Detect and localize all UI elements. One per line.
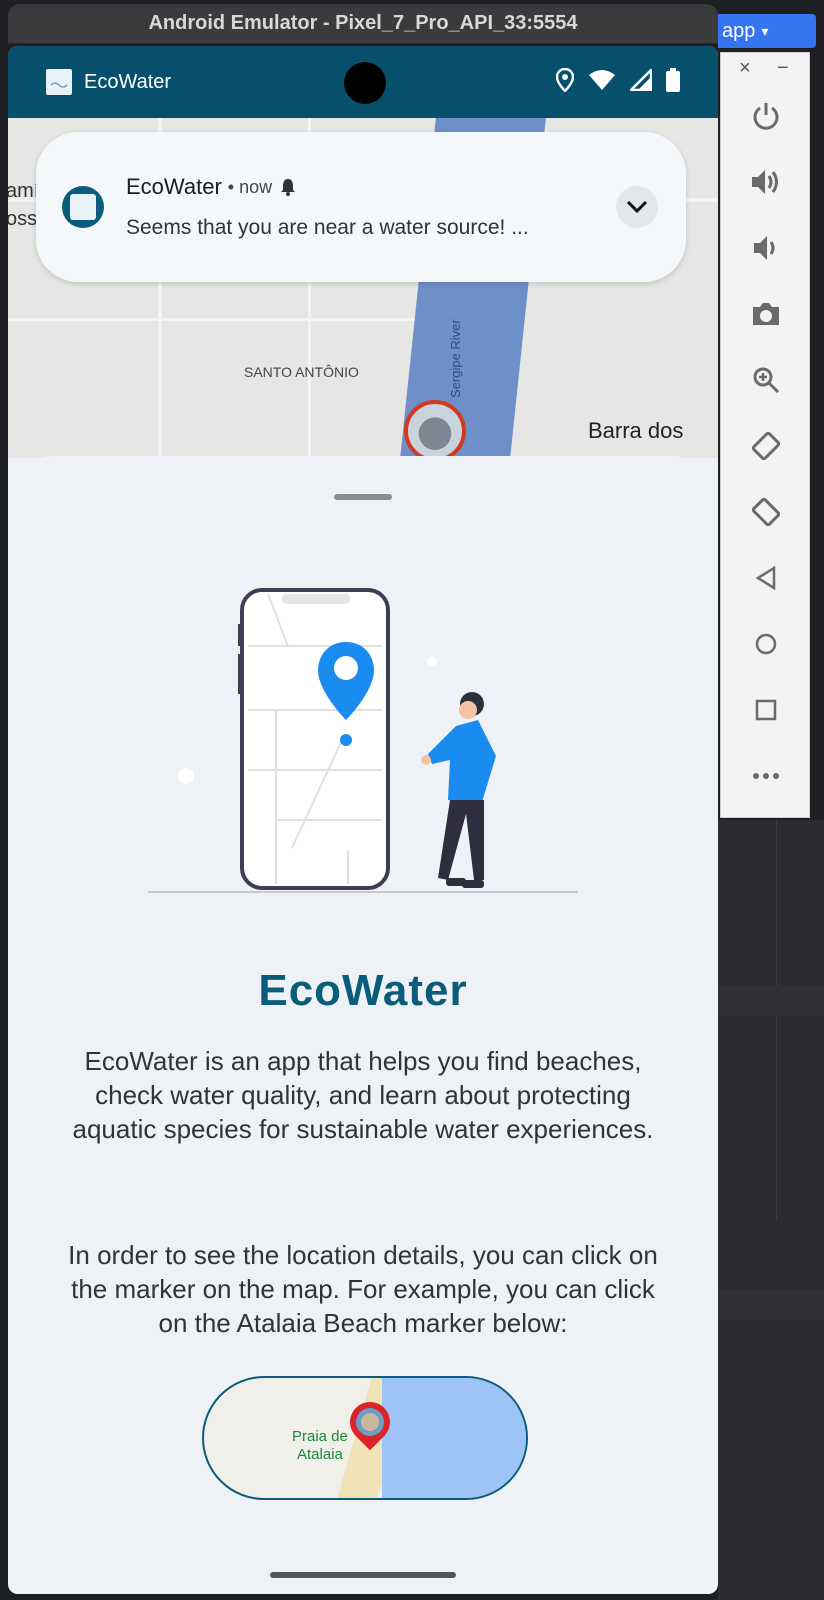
map-marker[interactable] — [404, 400, 466, 458]
map-phone-illustration — [148, 588, 578, 893]
example-marker-label-line: Praia de — [292, 1428, 348, 1445]
camera-cutout — [344, 62, 386, 104]
overview-icon[interactable] — [747, 691, 785, 729]
status-icons — [556, 68, 680, 92]
beach-photo-thumbnail — [356, 1408, 384, 1436]
signal-icon — [630, 69, 652, 91]
volume-down-icon[interactable] — [747, 229, 785, 267]
notification-card[interactable]: EcoWater • now Seems that you are near a… — [36, 132, 686, 282]
gesture-nav-bar[interactable] — [270, 1572, 456, 1578]
wifi-icon — [589, 70, 615, 90]
chevron-down-icon: ▾ — [761, 22, 769, 39]
emulator-title: Android Emulator - Pixel_7_Pro_API_33:55… — [8, 4, 718, 44]
emulator-tool-panel: × − — [720, 52, 810, 818]
sheet-drag-handle[interactable] — [334, 494, 392, 500]
neighborhood-label: SANTO ANTÔNIO — [244, 364, 359, 380]
bell-icon — [281, 179, 296, 196]
emulator-window: Android Emulator - Pixel_7_Pro_API_33:55… — [8, 4, 718, 1596]
place-label: Barra dos — [588, 418, 684, 443]
status-app-name: EcoWater — [84, 70, 172, 93]
notification-body: Seems that you are near a water source! … — [126, 216, 529, 239]
chevron-down-icon — [626, 200, 648, 214]
ide-divider — [776, 820, 777, 1220]
expand-notification-button[interactable] — [616, 186, 658, 228]
ide-divider — [718, 1290, 824, 1320]
minimize-icon[interactable]: − — [777, 57, 789, 80]
app-config-label: app — [722, 19, 756, 42]
phone-screen: amíli oss SANTO ANTÔNIO Sergipe River Ba… — [8, 46, 718, 1594]
example-marker-label-line: Atalaia — [297, 1446, 343, 1463]
rotate-left-icon[interactable] — [747, 427, 785, 465]
zoom-icon[interactable] — [747, 361, 785, 399]
rotate-right-icon[interactable] — [747, 493, 785, 531]
example-beach-marker-button[interactable]: Praia de Atalaia — [202, 1376, 528, 1500]
notification-time: • now — [227, 176, 273, 197]
notification-app-icon — [62, 186, 104, 228]
more-icon[interactable] — [747, 757, 785, 795]
mini-map-sea — [382, 1378, 526, 1498]
notification-header: EcoWater • now — [126, 174, 298, 200]
sheet-title: EcoWater — [258, 966, 468, 1015]
camera-icon[interactable] — [747, 295, 785, 333]
close-icon[interactable]: × — [739, 57, 751, 80]
map-edge-text: oss — [8, 208, 38, 230]
location-icon — [556, 68, 574, 92]
app-logo-icon — [46, 69, 72, 95]
back-icon[interactable] — [747, 559, 785, 597]
run-config-selector[interactable]: app ▾ — [712, 14, 816, 48]
notification-app-name: EcoWater — [126, 174, 222, 199]
volume-up-icon[interactable] — [747, 163, 785, 201]
home-icon[interactable] — [747, 625, 785, 663]
example-marker-label: Praia de Atalaia — [292, 1428, 348, 1464]
app-description: EcoWater is an app that helps you find b… — [72, 1046, 654, 1144]
map-road — [8, 318, 428, 321]
ide-panel-right — [718, 820, 824, 1600]
map-instruction: In order to see the location details, yo… — [68, 1240, 658, 1338]
power-icon[interactable] — [747, 97, 785, 135]
onboarding-bottom-sheet: EcoWater EcoWater is an app that helps y… — [8, 456, 718, 1594]
ide-divider — [718, 986, 824, 1016]
battery-icon — [666, 68, 680, 92]
river-label: Sergipe River — [448, 319, 463, 398]
